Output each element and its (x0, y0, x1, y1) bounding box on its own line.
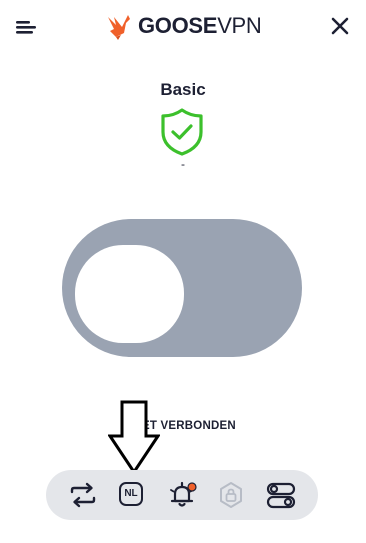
connect-toggle-knob[interactable] (75, 245, 184, 343)
notifications-button[interactable] (165, 478, 199, 512)
close-icon (331, 17, 349, 35)
settings-button[interactable] (264, 478, 298, 512)
settings-toggles-icon (266, 482, 296, 509)
switch-server-button[interactable] (66, 478, 100, 512)
lock-feature-button[interactable] (214, 478, 248, 512)
close-button[interactable] (324, 10, 356, 42)
app-logo: GOOSEVPN (104, 10, 262, 42)
switch-arrows-icon (70, 482, 96, 508)
hamburger-menu-icon (16, 21, 36, 34)
notification-badge (187, 482, 197, 492)
lock-badge-icon (220, 482, 242, 508)
down-arrow-annotation (108, 400, 160, 475)
menu-button[interactable] (12, 12, 42, 42)
logo-text-light: VPN (217, 13, 262, 38)
plan-subtitle: - (181, 157, 185, 171)
connection-status: NIET VERBONDEN (130, 420, 236, 432)
shield-check-icon (159, 107, 205, 157)
goose-logo-icon (108, 15, 130, 40)
country-code-label: NL (119, 482, 143, 506)
logo-text-bold: GOOSE (138, 13, 218, 38)
country-select-button[interactable]: NL (115, 478, 149, 512)
plan-title: Basic (160, 80, 206, 99)
